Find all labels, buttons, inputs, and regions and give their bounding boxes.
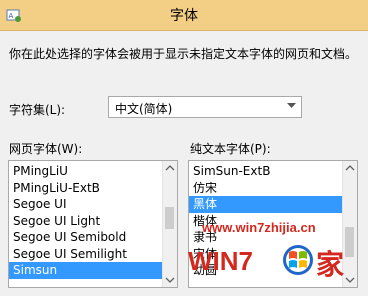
title-bar: A 字体 — [0, 0, 368, 31]
web-font-scrollbar[interactable] — [162, 161, 177, 287]
scroll-up-icon[interactable] — [163, 161, 177, 175]
web-font-label: 网页字体(W): — [9, 142, 83, 156]
scroll-down-icon[interactable] — [163, 273, 177, 287]
list-item[interactable]: PMingLiU — [9, 163, 163, 180]
scroll-thumb[interactable] — [165, 207, 174, 229]
list-item[interactable]: PMingLiU-ExtB — [9, 180, 163, 197]
list-item[interactable]: Simsun — [9, 262, 163, 279]
watermark-brand: WIN7 — [188, 246, 253, 276]
scroll-up-icon[interactable] — [343, 161, 357, 175]
list-item[interactable]: Segoe UI Semibold — [9, 229, 163, 246]
plain-font-label: 纯文本字体(P): — [190, 142, 271, 156]
list-item[interactable]: 仿宋 — [189, 180, 343, 197]
list-item[interactable]: Segoe UI Semilight — [9, 246, 163, 263]
charset-value: 中文(简体) — [115, 102, 173, 116]
window-title: 字体 — [170, 8, 198, 24]
list-item[interactable]: 黑体 — [189, 196, 343, 213]
list-item[interactable]: Segoe UI — [9, 196, 163, 213]
charset-label: 字符集(L): — [9, 103, 66, 117]
list-item[interactable]: Segoe UI Light — [9, 213, 163, 230]
description-text: 你在此处选择的字体会被用于显示未指定文本字体的网页和文档。 — [9, 47, 358, 61]
watermark-url: www.win7zhijia.cn — [201, 220, 316, 235]
chevron-down-icon — [287, 103, 296, 108]
charset-select[interactable]: 中文(简体) — [108, 96, 302, 118]
windows-logo-icon — [283, 245, 313, 275]
list-item[interactable]: SimSun-ExtB — [189, 163, 343, 180]
web-font-list[interactable]: PMingLiU PMingLiU-ExtB Segoe UI Segoe UI Li… — [8, 160, 178, 288]
watermark: www.win7zhijia.cn WIN7 家 — [188, 220, 344, 281]
watermark-suffix: 家 — [316, 248, 344, 281]
